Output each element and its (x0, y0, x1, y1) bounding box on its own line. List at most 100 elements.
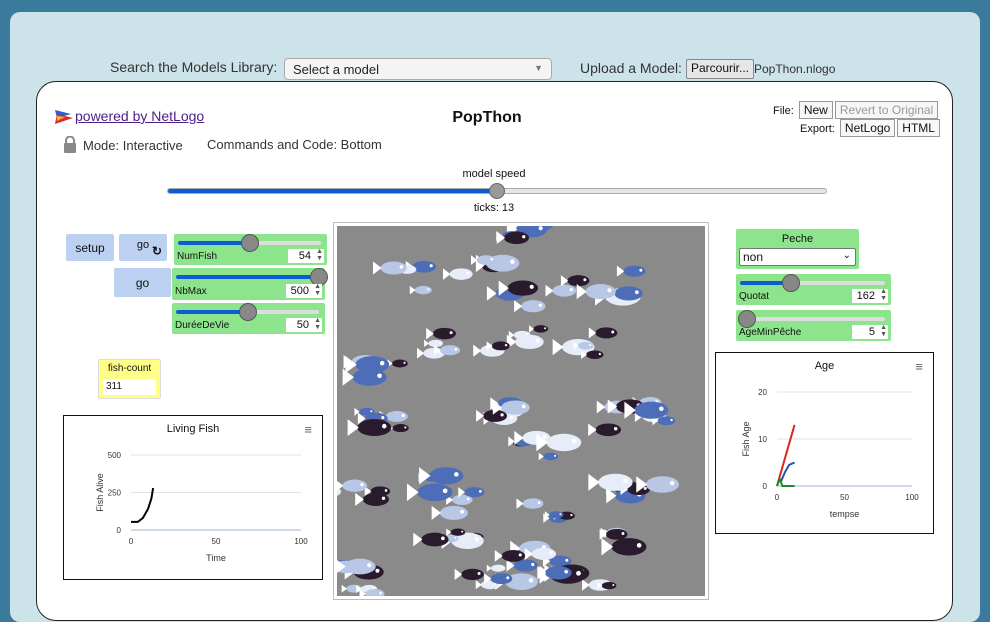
setup-label: setup (75, 240, 105, 255)
slider-fill (176, 275, 319, 279)
fish-body (491, 341, 510, 351)
world-view[interactable] (333, 222, 709, 600)
y-tick-label: 0 (763, 482, 768, 491)
slider-track[interactable] (740, 274, 885, 292)
commands-code-position[interactable]: Commands and Code: Bottom (207, 137, 382, 152)
spinner-icon[interactable]: ▲ ▼ (316, 248, 323, 262)
age-chart: 0 10 20 0 50 100 tempse Fish Age (741, 388, 919, 519)
slider-value-input[interactable]: 162 ▲ ▼ (852, 288, 888, 303)
export-netlogo-button[interactable]: NetLogo (839, 119, 896, 137)
revert-to-original-button[interactable]: Revert to Original (834, 101, 939, 119)
fish-eye (478, 489, 482, 493)
slider-numfish[interactable]: NumFish 54 ▲ ▼ (174, 234, 327, 265)
fish-eye (461, 530, 464, 533)
mode-indicator[interactable]: Mode: Interactive (63, 135, 183, 156)
fish-body (429, 467, 464, 485)
spinner-icon[interactable]: ▲ ▼ (880, 288, 887, 302)
fish-eye (589, 344, 592, 347)
slider-handle[interactable] (781, 274, 800, 292)
fish-eye (612, 584, 615, 586)
chooser-value: non (743, 250, 764, 264)
new-button[interactable]: New (798, 101, 833, 119)
fish-eye (427, 288, 430, 291)
setup-button[interactable]: setup (66, 234, 114, 261)
fish-body (392, 424, 409, 433)
fish-eye (531, 562, 535, 567)
x-axis-label: Time (206, 553, 226, 563)
peche-chooser[interactable]: Peche non ⌄ (736, 229, 859, 269)
slider-handle[interactable] (240, 234, 259, 252)
fish-body (362, 492, 389, 506)
fish-body (601, 581, 617, 590)
slider-track[interactable] (738, 310, 885, 328)
export-html-button[interactable]: HTML (897, 119, 940, 137)
slider-value: 162 (856, 290, 875, 302)
slider-dureedevie[interactable]: DuréeDeVie 50 ▲ ▼ (172, 303, 325, 334)
slider-track[interactable] (178, 234, 321, 252)
slider-track[interactable] (176, 268, 328, 286)
fish-body (545, 566, 572, 580)
fish-body (414, 285, 432, 295)
fish-body (521, 300, 546, 313)
fish-eye (634, 290, 639, 295)
browse-file-button[interactable]: Parcourir... (686, 59, 755, 79)
slider-value-input[interactable]: 5 ▲ ▼ (852, 324, 888, 339)
fish-body (605, 529, 628, 540)
fish-eye (576, 570, 581, 576)
fish-body (432, 327, 456, 340)
slider-nbmax[interactable]: NbMax 500 ▲ ▼ (172, 268, 328, 300)
age-plot: Age ≡ 0 10 20 0 50 100 tempse Fish Age (715, 352, 934, 534)
spinner-icon[interactable]: ▲ ▼ (314, 317, 321, 331)
slider-track[interactable] (176, 303, 319, 321)
models-library-select-value: Select a model (293, 62, 379, 77)
slider-value: 54 (298, 250, 311, 262)
fish-body (501, 400, 530, 415)
slider-handle[interactable] (238, 303, 257, 321)
y-tick-label: 250 (108, 489, 122, 498)
x-tick-label: 50 (212, 537, 221, 546)
slider-value-input[interactable]: 50 ▲ ▼ (286, 317, 322, 332)
slider-value-input[interactable]: 500 ▲ ▼ (286, 283, 322, 298)
x-tick-label: 100 (294, 537, 308, 546)
model-speed-handle[interactable] (489, 183, 505, 199)
fish-body (611, 538, 647, 556)
lock-icon[interactable] (63, 135, 77, 156)
fish-body (428, 339, 444, 348)
y-tick-label: 20 (758, 388, 767, 397)
y-axis-label: Fish Age (741, 421, 751, 456)
model-speed-slider[interactable] (167, 183, 827, 199)
fish-eye (538, 303, 542, 307)
monitor-label: fish-count (107, 363, 152, 374)
slider-ageminpeche[interactable]: AgeMinPêche 5 ▲ ▼ (736, 310, 891, 341)
slider-value-input[interactable]: 54 ▲ ▼ (288, 248, 324, 263)
fish-eye (621, 532, 625, 535)
fish-body (533, 325, 549, 333)
go-forever-button[interactable]: go ↻ (119, 234, 167, 261)
world-canvas[interactable] (337, 226, 705, 596)
series-line (776, 476, 795, 487)
fish-eye (623, 478, 628, 484)
fish-eye (490, 258, 494, 261)
spinner-icon[interactable]: ▲ ▼ (314, 283, 321, 297)
fish-eye (442, 488, 448, 494)
slider-fill (178, 241, 250, 245)
slider-quotat[interactable]: Quotat 162 ▲ ▼ (736, 274, 891, 305)
spinner-icon[interactable]: ▲ ▼ (880, 324, 887, 338)
fish-eye (521, 404, 526, 409)
fish-eye (583, 278, 587, 282)
go-once-button[interactable]: go (114, 268, 171, 297)
y-tick-label: 0 (117, 526, 122, 535)
slider-value: 50 (296, 319, 309, 331)
x-axis-label: tempse (830, 509, 860, 519)
models-library-select[interactable]: Select a model ▼ (284, 58, 552, 80)
file-actions: File: New Revert to Original (773, 101, 939, 119)
living-fish-plot: Living Fish ≡ 0 250 500 0 50 100 Time Fish Aliv… (63, 415, 323, 580)
fish-eye (598, 352, 601, 356)
fish-eye (559, 513, 562, 516)
chooser-select[interactable]: non ⌄ (739, 248, 856, 266)
y-axis-label: Fish Alive (95, 473, 105, 512)
fish-body (645, 476, 680, 493)
fish-eye (438, 341, 441, 344)
slider-handle[interactable] (738, 310, 757, 328)
fish-body (546, 433, 582, 452)
